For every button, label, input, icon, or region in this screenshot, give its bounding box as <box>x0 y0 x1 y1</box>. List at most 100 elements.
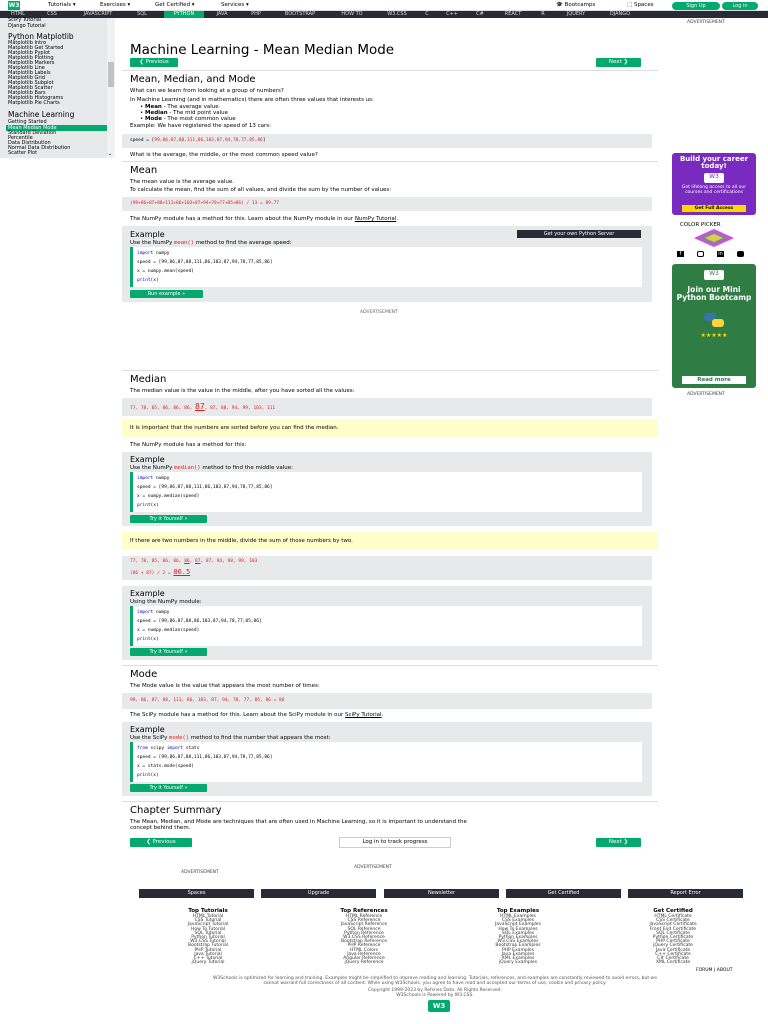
get-server-button[interactable]: Get your own Python Server <box>517 230 641 238</box>
numpy-tutorial-link[interactable]: NumPy Tutorial <box>355 216 397 222</box>
track-progress-button[interactable]: Log in to track progress <box>339 837 451 848</box>
exercises-menu[interactable]: Exercises ▾ <box>100 2 130 8</box>
footer-report-error-button[interactable]: Report Error <box>628 889 743 898</box>
divider <box>122 665 658 666</box>
example-heading: Example <box>130 230 165 239</box>
next-button[interactable]: Next ❯ <box>596 838 641 847</box>
ad-label: ADVERTISEMENT <box>687 20 725 25</box>
footer-certified-button[interactable]: Get Certified <box>506 889 621 898</box>
nav-bootstrap[interactable]: BOOTSTRAP <box>274 11 326 18</box>
spaces-link[interactable]: ⬚ Spaces <box>627 2 654 8</box>
mean-calc: (99+86+87+88+111+86+103+87+94+78+77+85+8… <box>122 197 652 211</box>
nav-javascript[interactable]: JAVASCRIPT <box>74 11 122 18</box>
discord-icon[interactable] <box>737 251 744 257</box>
nav-cpp[interactable]: C++ <box>442 11 462 18</box>
next-button[interactable]: Next ❯ <box>596 58 641 67</box>
footer-link[interactable]: jQuery Examples <box>478 960 558 965</box>
code-line: speed = [99,86,87,88,111,86,103,87,94,78… <box>137 260 273 265</box>
section-heading-median: Median <box>130 374 167 385</box>
section-heading-mode: Mode <box>130 669 158 680</box>
get-certified-menu[interactable]: Get Certified ▾ <box>155 2 195 8</box>
nav-howto[interactable]: HOW TO <box>334 11 370 18</box>
bootcamp-ad[interactable]: W3 Join our Mini Python Bootcamp ★★★★★ R… <box>672 264 756 388</box>
nav-jquery[interactable]: JQUERY <box>560 11 592 18</box>
footer-link[interactable]: jQuery Tutorial <box>168 960 248 965</box>
nav-python[interactable]: PYTHON <box>164 11 204 18</box>
tutorials-menu[interactable]: Tutorials ▾ <box>48 2 76 8</box>
nav-react[interactable]: REACT <box>498 11 528 18</box>
previous-button[interactable]: ❮ Previous <box>130 58 178 67</box>
example-desc: Use the SciPy mode() method to find the … <box>130 735 331 741</box>
code-line: print(x) <box>137 278 159 283</box>
login-button[interactable]: Log in <box>722 1 758 10</box>
w3schools-logo[interactable]: W3 <box>8 1 20 10</box>
code-line: x = stats.mode(speed) <box>137 764 194 769</box>
footer-newsletter-button[interactable]: Newsletter <box>384 889 499 898</box>
facebook-icon[interactable]: f <box>677 251 684 257</box>
services-menu[interactable]: Services ▾ <box>221 2 249 8</box>
nav-r[interactable]: R <box>536 11 550 18</box>
nav-csharp[interactable]: C# <box>470 11 490 18</box>
nav-java[interactable]: JAVA <box>208 11 236 18</box>
top-navbar: W3 Tutorials ▾ Exercises ▾ Get Certified… <box>0 0 768 11</box>
paragraph: What is the average, the middle, or the … <box>130 152 318 158</box>
code-block <box>130 742 642 782</box>
linkedin-icon[interactable]: in <box>717 251 724 257</box>
code-line: speed = [99,86,87,88,86,103,87,94,78,77,… <box>137 619 262 624</box>
divider <box>122 161 658 162</box>
footer-upgrade-button[interactable]: Upgrade <box>261 889 376 898</box>
nav-php[interactable]: PHP <box>242 11 270 18</box>
example-heading: Example <box>130 455 165 464</box>
footer-spaces-button[interactable]: Spaces <box>139 889 254 898</box>
nav-c[interactable]: C <box>420 11 434 18</box>
nav-css[interactable]: CSS <box>40 11 64 18</box>
paragraph: The Mode value is the value that appears… <box>130 683 320 689</box>
try-it-button[interactable]: Try it Yourself » <box>130 648 207 656</box>
color-wheel-icon[interactable] <box>694 229 734 247</box>
nav-w3css[interactable]: W3.CSS <box>380 11 414 18</box>
w3-icon: W3 <box>704 270 724 280</box>
read-more-button[interactable]: Read more <box>682 376 746 384</box>
footer-col-links: HTML Examples CSS Examples JavaScript Exam… <box>478 914 558 965</box>
disclaimer: cannot warrant full correctness of all c… <box>263 981 607 986</box>
nav-sql[interactable]: SQL <box>130 11 154 18</box>
code-line: import numpy <box>137 476 170 481</box>
sidebar-heading-ml: Machine Learning <box>8 110 75 119</box>
paragraph: The mean value is the average value. <box>130 179 235 185</box>
sidebar-item-django[interactable]: Django Tutorial <box>8 24 46 29</box>
bootcamps-link[interactable]: 🎓 Bootcamps <box>556 2 595 8</box>
try-it-button[interactable]: Try it Yourself » <box>130 515 207 523</box>
get-full-access-button[interactable]: Get Full Access <box>682 205 746 212</box>
scipy-tutorial-link[interactable]: SciPy Tutorial <box>345 712 382 718</box>
signup-button[interactable]: Sign Up <box>672 1 720 10</box>
try-it-button[interactable]: Try it Yourself » <box>130 784 207 792</box>
forum-about-link[interactable]: FORUM | ABOUT <box>696 968 732 973</box>
career-ad-text: Get lifelong access to all our courses a… <box>681 185 747 195</box>
language-nav: HTML CSS JAVASCRIPT SQL PYTHON JAVA PHP … <box>0 11 768 18</box>
footer-link[interactable]: jQuery Reference <box>324 960 404 965</box>
star-rating-icon: ★★★★★ <box>700 332 728 339</box>
footer-link[interactable]: XML Certificate <box>633 960 713 965</box>
sidebar-item[interactable]: Scatter Plot <box>8 151 37 156</box>
paragraph: To calculate the mean, find the sum of a… <box>130 187 392 193</box>
instagram-icon[interactable] <box>697 251 704 257</box>
code-block <box>130 247 642 287</box>
code-line: print(x) <box>137 773 159 778</box>
code-block <box>130 472 642 512</box>
previous-button[interactable]: ❮ Previous <box>130 838 192 847</box>
section-heading: Mean, Median, and Mode <box>130 74 256 85</box>
career-ad[interactable]: Build your career today! W3 Get lifelong… <box>672 153 756 215</box>
nav-django[interactable]: DJANGO <box>600 11 640 18</box>
paragraph: The NumPy module has a method for this: <box>130 442 247 448</box>
chevron-down-icon[interactable]: ⌄ <box>108 151 112 157</box>
w3schools-footer-logo[interactable]: W3 <box>428 1000 450 1012</box>
paragraph: The NumPy module has a method for this. … <box>130 216 399 222</box>
sidebar-item[interactable]: Matplotlib Pie Charts <box>8 101 60 106</box>
paragraph: The SciPy module has a method for this. … <box>130 712 384 718</box>
divider <box>122 370 658 371</box>
run-example-button[interactable]: Run example » <box>130 290 203 298</box>
sidebar-scrollbar[interactable] <box>107 18 115 158</box>
w3-icon: W3 <box>704 173 724 183</box>
sidebar-scroll-thumb[interactable] <box>108 62 114 87</box>
code-line: speed = [99,86,87,88,111,86,103,87,94,78… <box>137 485 273 490</box>
